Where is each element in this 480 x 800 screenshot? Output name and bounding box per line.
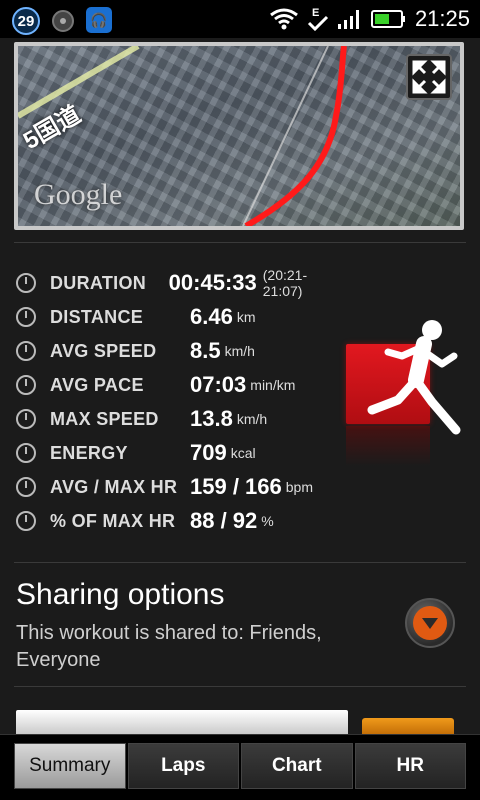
stat-unit: km/h — [224, 343, 255, 359]
stat-unit: bpm — [285, 479, 313, 495]
sharing-description: This workout is shared to: Friends, Ever… — [16, 622, 322, 671]
stat-value: 13.8 — [190, 406, 233, 431]
divider — [14, 562, 466, 563]
heart-icon — [16, 477, 36, 497]
divider — [14, 242, 466, 243]
stat-label: % OF MAX HR — [50, 510, 176, 531]
speedometer-icon — [16, 409, 36, 429]
stat-value: 8.5 — [190, 338, 221, 363]
record-indicator-icon — [52, 10, 74, 32]
stat-label: ENERGY — [50, 442, 128, 463]
bottom-tab-bar: Summary Laps Chart HR — [0, 734, 480, 800]
stat-label: AVG / MAX HR — [50, 476, 178, 497]
stat-label: AVG PACE — [50, 374, 144, 395]
divider — [14, 686, 466, 687]
stat-unit: min/km — [250, 377, 296, 393]
stat-max-speed: MAX SPEED 13.8 km/h — [14, 402, 334, 436]
stat-value: 159 / 166 — [190, 474, 282, 499]
stat-value: 00:45:33 — [168, 270, 257, 295]
tab-laps[interactable]: Laps — [127, 743, 239, 789]
stat-label: DURATION — [50, 272, 147, 293]
stat-unit: km — [236, 309, 256, 325]
fullscreen-button[interactable] — [406, 54, 452, 100]
wifi-icon — [270, 8, 298, 30]
distance-icon — [16, 307, 36, 327]
clock-icon — [16, 273, 36, 293]
route-line — [244, 46, 347, 226]
signal-icon — [337, 10, 359, 29]
tab-summary[interactable]: Summary — [14, 743, 126, 789]
energy-icon — [16, 443, 36, 463]
stat-time-range: (20:21-21:07) — [262, 267, 308, 299]
data-sync-icon: E — [307, 7, 328, 32]
workout-stats: DURATION 00:45:33 (20:21-21:07) DISTANCE… — [14, 266, 334, 538]
highway-road — [18, 46, 140, 119]
expand-icon — [412, 60, 446, 94]
stat-energy: ENERGY 709 kcal — [14, 436, 334, 470]
svg-text:E: E — [312, 7, 319, 19]
speedometer-icon — [16, 341, 36, 361]
running-icon — [367, 320, 461, 435]
speedometer-icon — [16, 375, 36, 395]
clock: 21:25 — [414, 6, 470, 31]
stat-value: 6.46 — [190, 304, 233, 329]
stat-label: MAX SPEED — [50, 408, 159, 429]
tab-chart[interactable]: Chart — [241, 743, 353, 789]
status-bar: 29 🎧 E 21:25 — [0, 0, 480, 38]
stat-value: 07:03 — [190, 372, 247, 397]
google-logo: Google — [34, 178, 123, 211]
stat-duration: DURATION 00:45:33 (20:21-21:07) — [14, 266, 334, 300]
stat-value: 709 — [190, 440, 227, 465]
notification-count-badge: 29 — [12, 7, 40, 35]
heart-icon — [16, 511, 36, 531]
stat-label: AVG SPEED — [50, 340, 157, 361]
tab-hr[interactable]: HR — [354, 743, 466, 789]
stat-value: 88 / 92 — [190, 508, 258, 533]
sharing-expand-button[interactable] — [405, 598, 455, 648]
sharing-button-inner — [413, 606, 447, 640]
stat-label: DISTANCE — [50, 306, 144, 327]
chevron-down-icon — [422, 618, 438, 629]
stat-avg-pace: AVG PACE 07:03 min/km — [14, 368, 334, 402]
stat-percent-max-hr: % OF MAX HR 88 / 92 % — [14, 504, 334, 538]
route-map[interactable]: 5国道 Google — [18, 46, 460, 226]
app-notification-icon: 🎧 — [86, 7, 112, 33]
stat-unit: km/h — [236, 411, 268, 427]
stat-avg-speed: AVG SPEED 8.5 km/h — [14, 334, 334, 368]
stat-heart-rate: AVG / MAX HR 159 / 166 bpm — [14, 470, 334, 504]
stat-distance: DISTANCE 6.46 km — [14, 300, 334, 334]
route-map-frame[interactable]: 5国道 Google — [14, 42, 464, 230]
battery-icon — [370, 10, 405, 28]
stat-unit: kcal — [230, 445, 256, 461]
status-icons: E 21:25 — [269, 0, 470, 38]
sharing-title: Sharing options — [16, 578, 225, 611]
stat-unit: % — [261, 513, 274, 529]
